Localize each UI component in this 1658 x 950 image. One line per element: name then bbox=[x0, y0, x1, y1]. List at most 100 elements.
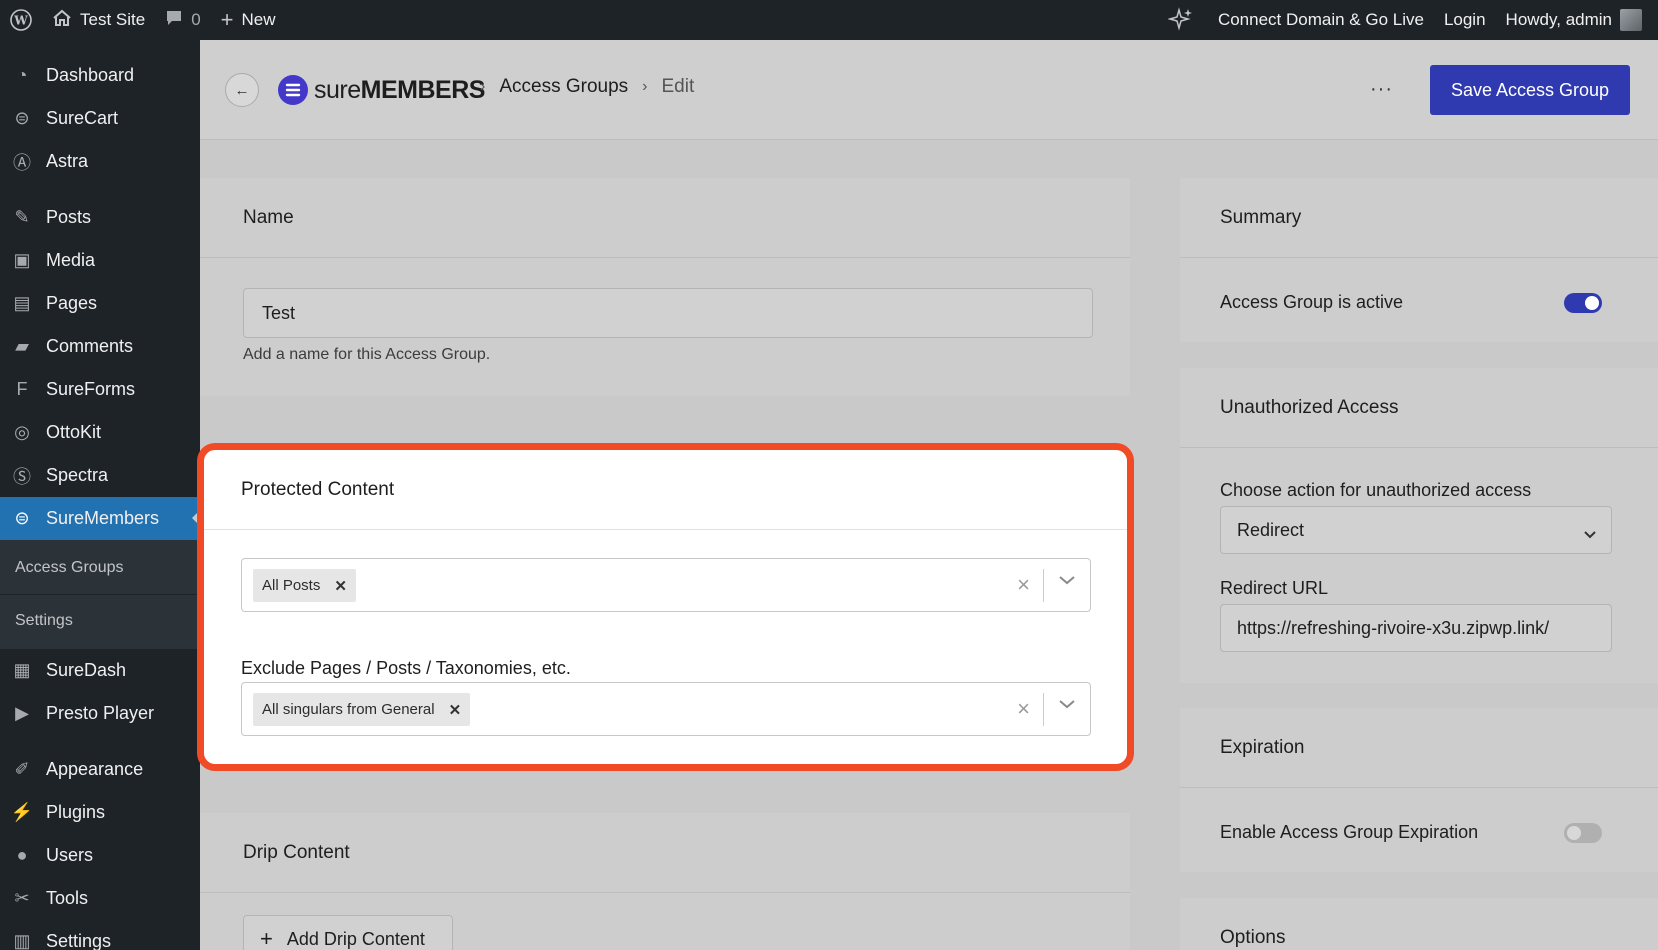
sidebar-item-astra[interactable]: Ⓐ Astra bbox=[0, 140, 200, 183]
suremembers-icon: ⊜ bbox=[14, 508, 30, 528]
expiration-card: Expiration Enable Access Group Expiratio… bbox=[1180, 708, 1658, 872]
toggle-knob bbox=[1567, 826, 1581, 840]
sidebar-item-users[interactable]: ● Users bbox=[0, 834, 200, 877]
submenu-item-access-groups[interactable]: Access Groups bbox=[0, 548, 200, 588]
admin-bar: W Test Site 0 + New Connect Domain & Go … bbox=[0, 0, 1658, 40]
sidebar-item-pages[interactable]: ▤ Pages bbox=[0, 282, 200, 325]
sidebar-item-tools[interactable]: ✂ Tools bbox=[0, 877, 200, 920]
sidebar-item-suremembers[interactable]: ⊜ SureMembers bbox=[0, 497, 200, 540]
breadcrumb-edit: Edit bbox=[661, 76, 695, 97]
chip-remove-icon[interactable]: ✕ bbox=[334, 577, 347, 595]
chip-label: All Posts bbox=[262, 577, 321, 594]
play-icon: ▶ bbox=[15, 703, 29, 723]
account-menu[interactable]: Howdy, admin bbox=[1496, 0, 1658, 40]
submenu-item-settings[interactable]: Settings bbox=[0, 601, 200, 641]
options-title: Options bbox=[1220, 927, 1286, 948]
sparkle-icon[interactable] bbox=[1158, 0, 1208, 40]
expiration-enable-label: Enable Access Group Expiration bbox=[1220, 822, 1479, 842]
sidebar-item-settings[interactable]: ▥ Settings bbox=[0, 920, 200, 950]
suredash-icon: ▦ bbox=[13, 660, 31, 680]
exclude-content-select[interactable]: All singulars from General ✕ × bbox=[241, 682, 1091, 736]
redirect-url-label: Redirect URL bbox=[1220, 578, 1329, 598]
sidebar-item-label: Pages bbox=[46, 293, 98, 313]
unauthorized-action-value: Redirect bbox=[1237, 519, 1305, 540]
new-content-link[interactable]: + New bbox=[211, 0, 286, 40]
add-drip-content-button[interactable]: + Add Drip Content bbox=[243, 915, 453, 950]
sidebar-item-surecart[interactable]: ⊜ SureCart bbox=[0, 97, 200, 140]
sidebar-item-ottokit[interactable]: ◎ OttoKit bbox=[0, 411, 200, 454]
plus-icon: + bbox=[220, 7, 234, 32]
sidebar-item-label: Plugins bbox=[46, 802, 106, 822]
logo-text-light: sure bbox=[314, 75, 361, 104]
select-divider bbox=[1043, 693, 1044, 726]
chip-remove-icon[interactable]: ✕ bbox=[449, 701, 462, 719]
chevron-down-icon[interactable] bbox=[1058, 573, 1076, 591]
sidebar-item-label: Spectra bbox=[46, 465, 109, 485]
sidebar-item-suredash[interactable]: ▦ SureDash bbox=[0, 649, 200, 692]
connect-domain-link[interactable]: Connect Domain & Go Live bbox=[1208, 0, 1434, 40]
unauthorized-action-select[interactable]: Redirect bbox=[1220, 506, 1612, 554]
sidebar-item-label: OttoKit bbox=[46, 422, 102, 442]
site-name: Test Site bbox=[80, 10, 146, 29]
settings-icon: ▥ bbox=[13, 931, 31, 950]
chevron-right-icon: › bbox=[642, 78, 648, 95]
name-input[interactable]: Test bbox=[243, 288, 1093, 338]
surecart-icon: ⊜ bbox=[14, 108, 30, 128]
more-options-button[interactable]: ··· bbox=[1370, 78, 1393, 101]
login-link[interactable]: Login bbox=[1434, 0, 1496, 40]
sidebar-item-comments[interactable]: ▰ Comments bbox=[0, 325, 200, 368]
include-content-select[interactable]: All Posts ✕ × bbox=[241, 558, 1091, 612]
media-icon: ▣ bbox=[13, 250, 31, 270]
name-help-text: Add a name for this Access Group. bbox=[243, 346, 491, 363]
sidebar-item-label: Tools bbox=[46, 888, 89, 908]
sidebar-item-label: Comments bbox=[46, 336, 134, 356]
admin-sidebar: ◔ Dashboard ⊜ SureCart Ⓐ Astra ✎ Posts ▣… bbox=[0, 40, 200, 950]
name-card-title: Name bbox=[200, 178, 1130, 258]
site-name-link[interactable]: Test Site bbox=[42, 0, 155, 40]
comments-link[interactable]: 0 bbox=[155, 0, 210, 40]
save-access-group-button[interactable]: Save Access Group bbox=[1430, 65, 1630, 115]
sidebar-item-plugins[interactable]: ⚡ Plugins bbox=[0, 791, 200, 834]
sidebar-item-sureforms[interactable]: F SureForms bbox=[0, 368, 200, 411]
expiration-toggle[interactable] bbox=[1564, 823, 1602, 843]
back-button[interactable]: ← bbox=[225, 73, 259, 107]
comment-bubble-icon bbox=[165, 9, 183, 32]
logo-text: sureMEMBERS bbox=[314, 76, 485, 105]
sidebar-item-label: Appearance bbox=[46, 759, 144, 779]
home-icon bbox=[52, 9, 72, 32]
chevron-right-icon: › bbox=[480, 78, 486, 95]
breadcrumb-access-groups[interactable]: Access Groups bbox=[499, 76, 628, 98]
sidebar-item-spectra[interactable]: Ⓢ Spectra bbox=[0, 454, 200, 497]
sidebar-item-label: Dashboard bbox=[46, 65, 135, 85]
suremembers-logo: sureMEMBERS bbox=[278, 75, 485, 105]
sidebar-item-dashboard[interactable]: ◔ Dashboard bbox=[0, 54, 200, 97]
clear-icon[interactable]: × bbox=[1017, 696, 1030, 722]
astra-icon: Ⓐ bbox=[13, 152, 31, 173]
add-drip-label: Add Drip Content bbox=[286, 928, 425, 949]
chevron-down-icon[interactable] bbox=[1058, 697, 1076, 715]
dashboard-icon: ◔ bbox=[16, 65, 28, 85]
sidebar-item-posts[interactable]: ✎ Posts bbox=[0, 196, 200, 239]
svg-text:W: W bbox=[13, 14, 28, 28]
sidebar-item-label: SureCart bbox=[46, 108, 119, 128]
expiration-title: Expiration bbox=[1180, 708, 1658, 788]
chevron-down-icon bbox=[1583, 524, 1597, 545]
include-chip: All Posts ✕ bbox=[253, 569, 356, 602]
clear-icon[interactable]: × bbox=[1017, 572, 1030, 598]
options-card: Options bbox=[1180, 898, 1658, 950]
sidebar-item-media[interactable]: ▣ Media bbox=[0, 239, 200, 282]
unauthorized-access-card: Unauthorized Access Choose action for un… bbox=[1180, 368, 1658, 683]
sidebar-item-presto-player[interactable]: ▶ Presto Player bbox=[0, 692, 200, 735]
sidebar-item-label: SureDash bbox=[46, 660, 127, 680]
brush-icon: ✐ bbox=[14, 759, 30, 779]
wordpress-logo-icon[interactable]: W bbox=[0, 0, 42, 40]
suremembers-logo-icon bbox=[278, 75, 308, 105]
plug-icon: ⚡ bbox=[10, 802, 34, 822]
exclude-label: Exclude Pages / Posts / Taxonomies, etc. bbox=[241, 658, 571, 678]
plus-icon: + bbox=[260, 926, 273, 950]
access-group-active-toggle[interactable] bbox=[1564, 293, 1602, 313]
new-label: New bbox=[241, 10, 276, 29]
sidebar-item-label: SureMembers bbox=[46, 508, 160, 528]
redirect-url-input[interactable]: https://refreshing-rivoire-x3u.zipwp.lin… bbox=[1220, 604, 1612, 652]
sidebar-item-appearance[interactable]: ✐ Appearance bbox=[0, 748, 200, 791]
